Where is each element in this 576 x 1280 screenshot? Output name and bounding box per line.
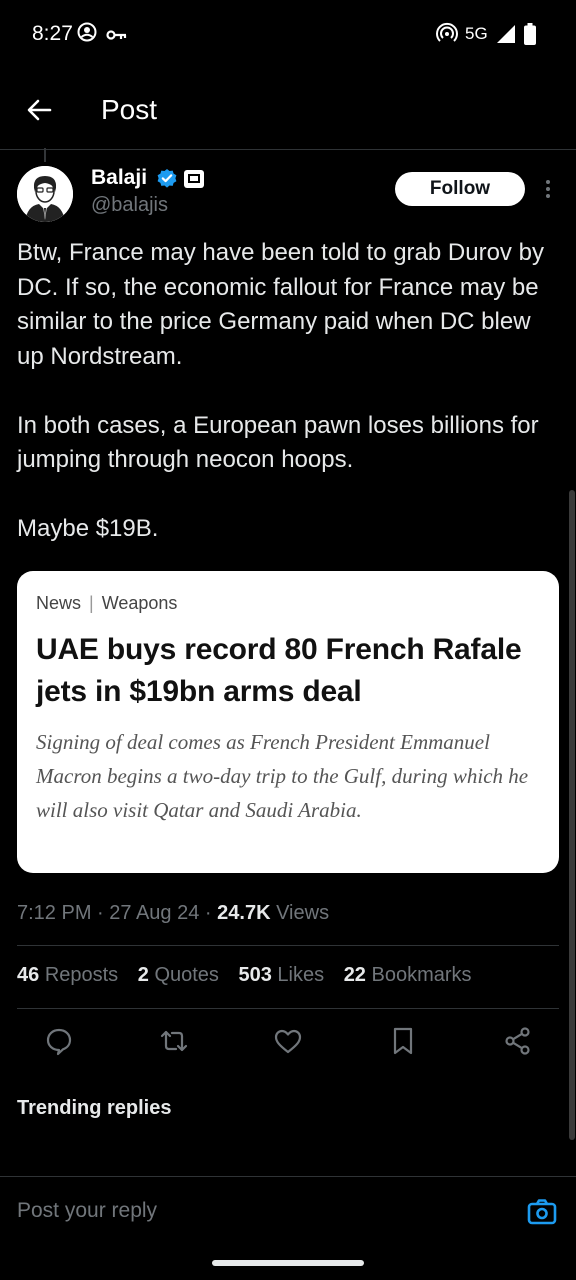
- more-options-icon[interactable]: [538, 176, 558, 204]
- home-indicator[interactable]: [212, 1260, 364, 1266]
- action-bar: [0, 1026, 576, 1060]
- author-handle[interactable]: @balajis: [91, 194, 168, 217]
- engagement-stats: 46 Reposts 2 Quotes 503 Likes 22 Bookmar…: [17, 964, 486, 987]
- reposts-count: 46: [17, 964, 40, 986]
- author-name[interactable]: Balaji: [91, 166, 147, 190]
- scrollbar[interactable]: [569, 490, 575, 1140]
- share-icon[interactable]: [503, 1026, 533, 1056]
- page-title: Post: [101, 94, 158, 125]
- verified-badge-icon: [156, 168, 178, 190]
- status-bar: 8:27 5G: [0, 0, 576, 70]
- post-date: 27 Aug 24: [109, 902, 200, 924]
- bookmarks-count: 22: [343, 964, 366, 986]
- trending-replies-heading[interactable]: Trending replies: [17, 1097, 171, 1120]
- post-text: Btw, France may have been told to grab D…: [17, 236, 562, 581]
- camera-icon[interactable]: [527, 1197, 557, 1227]
- kicker-separator: |: [89, 593, 94, 613]
- card-section: News: [36, 593, 82, 613]
- reply-composer: Post your reply: [0, 1176, 576, 1252]
- post-meta: 7:12 PM · 27 Aug 24 · 24.7K Views: [17, 902, 330, 924]
- thread-connector: [44, 148, 46, 162]
- affiliation-badge-icon: [183, 168, 205, 190]
- likes-count: 503: [238, 964, 272, 986]
- quotes-count: 2: [137, 964, 149, 986]
- post-paragraph: Maybe $19B.: [17, 515, 159, 542]
- status-time: 8:27: [32, 22, 73, 45]
- bookmarks-label: Bookmarks: [371, 964, 472, 986]
- reposts-label: Reposts: [44, 964, 119, 986]
- repost-icon[interactable]: [159, 1026, 189, 1056]
- battery-icon: [524, 23, 536, 50]
- card-kicker: News | Weapons: [36, 593, 177, 614]
- quotes-label: Quotes: [154, 964, 219, 986]
- card-topic: Weapons: [101, 593, 178, 613]
- divider: [17, 945, 559, 946]
- reply-input[interactable]: Post your reply: [17, 1199, 157, 1223]
- bookmark-icon[interactable]: [388, 1026, 418, 1056]
- network-type: 5G: [465, 24, 488, 43]
- hotspot-icon: [436, 22, 458, 49]
- views-label: Views: [276, 902, 330, 924]
- post-paragraph: In both cases, a European pawn loses bil…: [17, 411, 539, 474]
- reply-icon[interactable]: [44, 1026, 74, 1056]
- account-circle-icon: [77, 22, 97, 47]
- bookmarks-stat[interactable]: 22 Bookmarks: [344, 964, 472, 986]
- avatar[interactable]: [17, 166, 73, 222]
- reposts-stat[interactable]: 46 Reposts: [17, 964, 118, 986]
- card-summary: Signing of deal comes as French Presiden…: [36, 730, 529, 822]
- quotes-stat[interactable]: 2 Quotes: [138, 964, 219, 986]
- link-preview-card[interactable]: News | Weapons UAE buys record 80 French R…: [17, 571, 559, 873]
- key-icon: [106, 28, 128, 46]
- card-headline: UAE buys record 80 French Rafale jets in…: [36, 633, 522, 708]
- views-count: 24.7K: [217, 902, 271, 924]
- likes-label: Likes: [277, 964, 325, 986]
- like-icon[interactable]: [273, 1026, 303, 1056]
- likes-stat[interactable]: 503 Likes: [238, 964, 324, 986]
- follow-button[interactable]: Follow: [395, 172, 525, 206]
- divider: [17, 1008, 559, 1009]
- post-time: 7:12 PM: [17, 902, 92, 924]
- post-paragraph: Btw, France may have been told to grab D…: [17, 239, 544, 370]
- signal-icon: [496, 24, 516, 49]
- top-app-bar: Post: [0, 70, 576, 150]
- arrow-left-icon[interactable]: [24, 94, 56, 126]
